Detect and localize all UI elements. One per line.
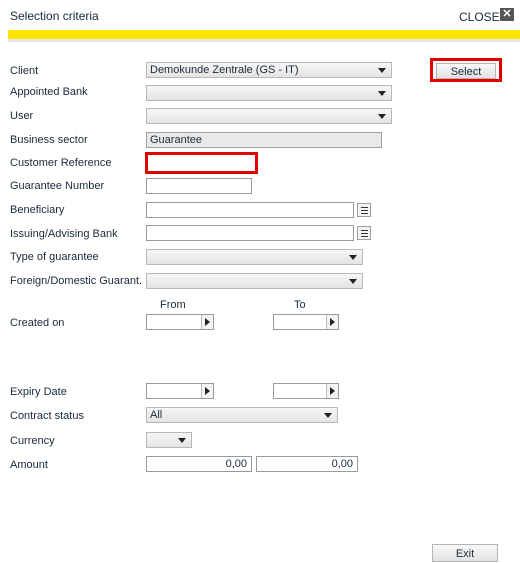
beneficiary-label: Beneficiary [10,204,65,216]
client-value: Demokunde Zentrale (GS - IT) [150,64,299,76]
date-picker-icon[interactable] [201,384,213,398]
date-picker-icon[interactable] [326,315,338,329]
chevron-down-icon [178,438,186,443]
accent-bar [8,30,520,39]
customer-reference-input[interactable] [145,152,258,174]
type-of-guarantee-label: Type of guarantee [10,251,99,263]
user-label: User [10,110,34,122]
client-select[interactable]: Demokunde Zentrale (GS - IT) [146,62,392,78]
issuing-bank-input[interactable] [146,225,354,241]
dialog-title: Selection criteria [10,9,99,23]
user-select[interactable] [146,108,392,124]
created-on-label: Created on [10,317,65,329]
business-sector-label: Business sector [10,134,88,146]
foreign-domestic-label: Foreign/Domestic Guarant. [10,275,143,287]
select-button[interactable]: Select [436,63,496,79]
chevron-down-icon [378,114,386,119]
to-header: To [294,299,306,311]
type-of-guarantee-select[interactable] [146,249,363,265]
close-label[interactable]: CLOSE [459,10,500,24]
foreign-domestic-select[interactable] [146,273,363,289]
contract-status-value: All [150,409,163,421]
chevron-down-icon [349,279,357,284]
currency-select[interactable] [146,432,192,448]
from-header: From [160,299,186,311]
created-on-to-input[interactable] [273,314,339,330]
beneficiary-input[interactable] [146,202,354,218]
amount-from-value: 0,00 [225,458,247,470]
expiry-date-label: Expiry Date [10,386,67,398]
expiry-date-from-input[interactable] [146,383,214,399]
customer-reference-label: Customer Reference [10,157,112,169]
close-icon[interactable]: ✕ [500,8,514,21]
contract-status-select[interactable]: All [146,407,338,423]
currency-label: Currency [10,435,55,447]
appointed-bank-select[interactable] [146,85,392,101]
list-icon[interactable] [357,226,371,240]
list-icon[interactable] [357,203,371,217]
chevron-down-icon [324,413,332,418]
contract-status-label: Contract status [10,410,84,422]
business-sector-field: Guarantee [146,132,382,148]
divider [8,39,520,42]
exit-button[interactable]: Exit [432,544,498,562]
chevron-down-icon [378,91,386,96]
amount-to-input[interactable]: 0,00 [256,456,358,472]
created-on-from-input[interactable] [146,314,214,330]
chevron-down-icon [349,255,357,260]
amount-from-input[interactable]: 0,00 [146,456,252,472]
guarantee-number-label: Guarantee Number [10,180,105,192]
date-picker-icon[interactable] [326,384,338,398]
business-sector-value: Guarantee [150,134,202,146]
guarantee-number-input[interactable] [146,178,252,194]
client-label: Client [10,65,39,77]
amount-to-value: 0,00 [331,458,353,470]
amount-label: Amount [10,459,48,471]
issuing-bank-label: Issuing/Advising Bank [10,228,118,240]
expiry-date-to-input[interactable] [273,383,339,399]
chevron-down-icon [378,68,386,73]
appointed-bank-label: Appointed Bank [10,86,88,98]
date-picker-icon[interactable] [201,315,213,329]
